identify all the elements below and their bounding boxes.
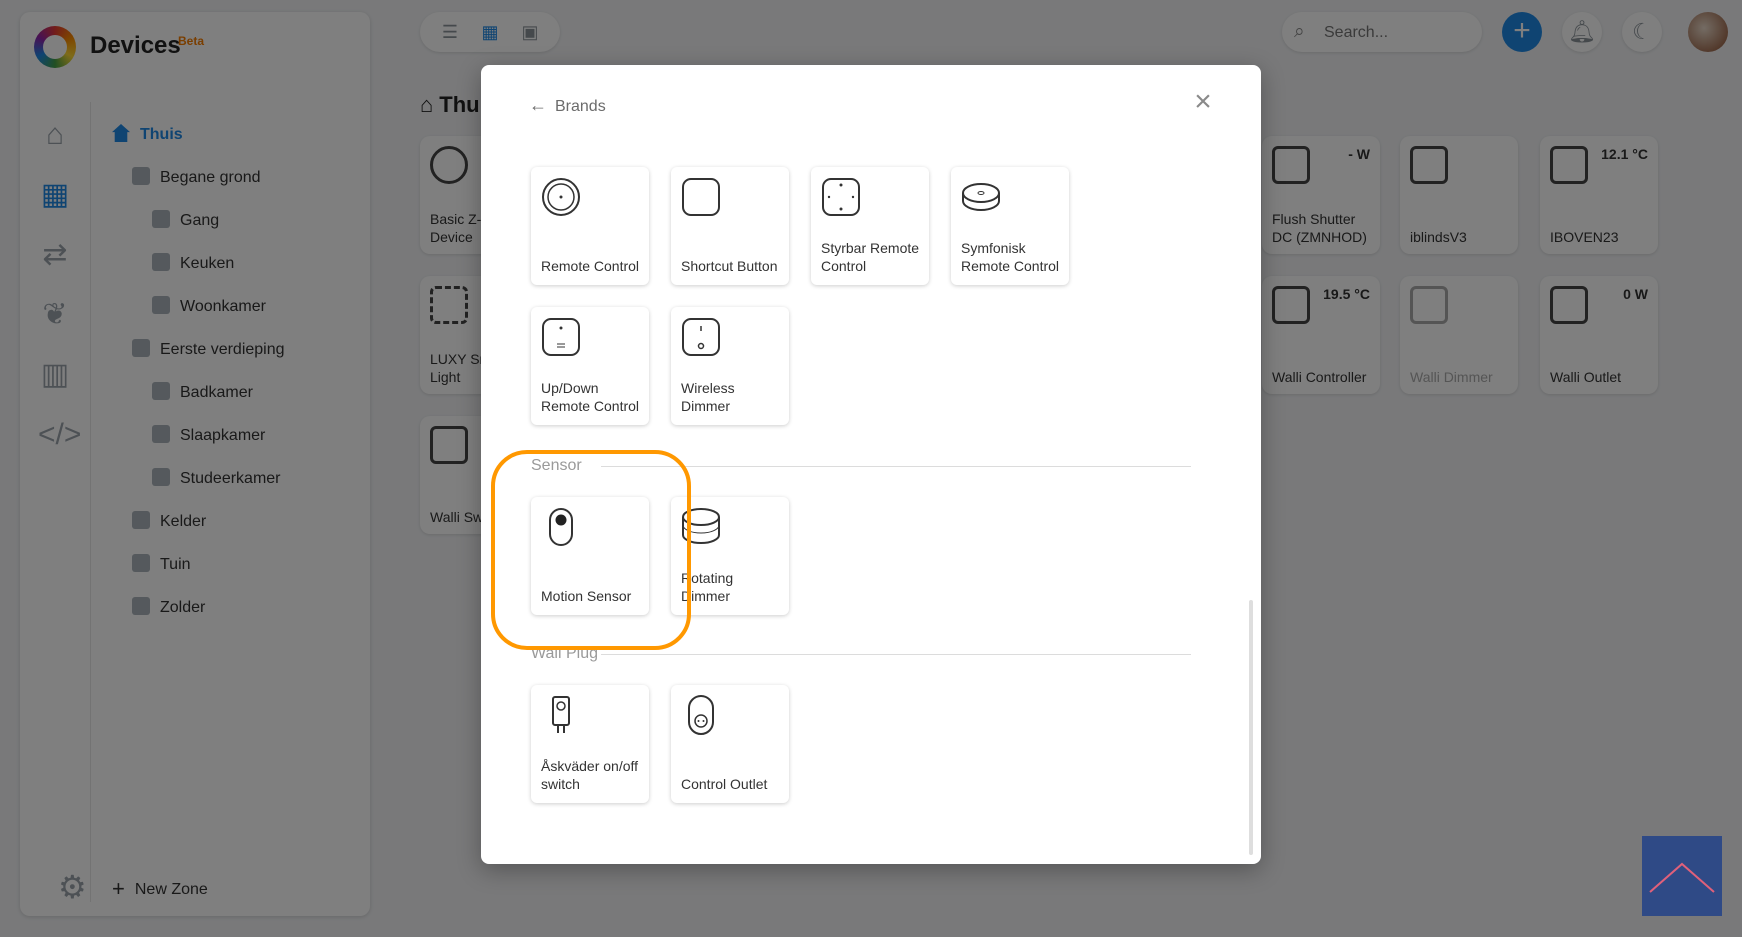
- back-to-brands-link[interactable]: ← Brands: [529, 95, 606, 116]
- device-type-card[interactable]: Up/Down Remote Control: [531, 307, 649, 425]
- device-type-label: Shortcut Button: [681, 258, 778, 274]
- device-type-card[interactable]: Wireless Dimmer: [671, 307, 789, 425]
- device-type-label: Symfonisk Remote Control: [961, 240, 1060, 274]
- symfonisk-remote-icon: [962, 183, 1000, 211]
- device-type-label: Up/Down Remote Control: [541, 380, 640, 414]
- wireless-dimmer-icon: [682, 318, 720, 356]
- device-type-card[interactable]: Control Outlet: [671, 685, 789, 803]
- askvader-switch-icon: [552, 696, 570, 733]
- device-type-card[interactable]: Shortcut Button: [671, 167, 789, 285]
- device-type-label: Wireless Dimmer: [681, 380, 735, 414]
- updown-remote-icon: [542, 318, 580, 356]
- section-divider: [601, 466, 1191, 467]
- device-type-label: Åskväder on/off switch: [541, 758, 639, 792]
- shortcut-button-icon: [682, 178, 720, 216]
- chevron-up-icon: [1649, 862, 1715, 893]
- round-remote-icon: [542, 178, 580, 216]
- close-icon[interactable]: ×: [1188, 87, 1218, 117]
- device-type-card[interactable]: Åskväder on/off switch: [531, 685, 649, 803]
- arrow-left-icon: ←: [529, 95, 547, 115]
- device-type-card[interactable]: Styrbar Remote Control: [811, 167, 929, 285]
- styrbar-remote-icon: [822, 178, 860, 216]
- control-outlet-icon: [688, 695, 714, 735]
- modal-scrollbar[interactable]: [1249, 600, 1253, 855]
- section-divider: [601, 654, 1191, 655]
- scroll-to-top-widget[interactable]: [1642, 836, 1722, 916]
- device-type-card[interactable]: Remote Control: [531, 167, 649, 285]
- device-type-label: Styrbar Remote Control: [821, 240, 920, 274]
- highlight-annotation: [491, 450, 691, 650]
- device-type-label: Remote Control: [541, 258, 640, 274]
- device-type-label: Rotating Dimmer: [681, 570, 734, 604]
- device-type-card[interactable]: Symfonisk Remote Control: [951, 167, 1069, 285]
- device-type-label: Control Outlet: [681, 776, 768, 792]
